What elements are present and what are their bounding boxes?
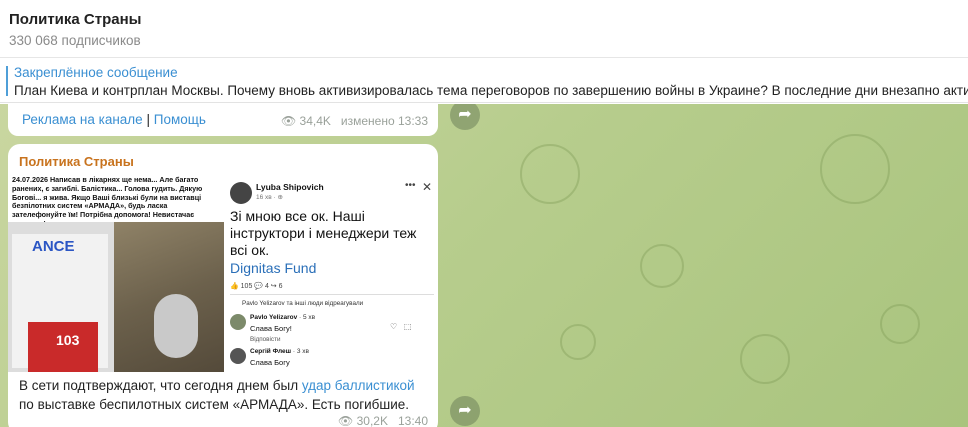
- background-doodle: [740, 334, 790, 384]
- photo-left: 24.07.2026 Написав в лікарнях ще нема...…: [8, 174, 224, 372]
- eye-icon: 👁: [280, 114, 297, 128]
- fb-reactions: 👍 105 💬 4 ↪ 6: [230, 283, 283, 290]
- fb-post-text: Зі мною все ок. Наші інструктори і менед…: [230, 208, 417, 258]
- ambulance-image: ANCE 103: [8, 222, 114, 372]
- photo-right-facebook-post: Lyuba Shipovich 16 хв · ⊕ ••• ✕ Зі мною …: [224, 174, 438, 372]
- comment-author: Pavlo Yelizarov: [250, 314, 298, 321]
- message-meta: 👁 34,4K изменено 13:33: [281, 114, 428, 128]
- pinned-accent-bar: [6, 66, 8, 96]
- fb-comment-header: Сергій Флеш · 3 хв: [250, 348, 309, 355]
- message-text: В сети подтверждают, что сегодня днем бы…: [19, 376, 429, 414]
- subscriber-count: 330 068 подписчиков: [9, 33, 141, 48]
- fb-post-time: 16 хв · ⊕: [256, 194, 283, 201]
- edited-time: изменено 13:33: [340, 114, 428, 128]
- message-author[interactable]: Политика Страны: [19, 154, 134, 169]
- fb-fund-link: Dignitas Fund: [230, 260, 317, 276]
- channel-header[interactable]: Политика Страны 330 068 подписчиков: [0, 0, 968, 58]
- message-bubble[interactable]: Политика Страны 24.07.2026 Написав в лік…: [8, 144, 438, 427]
- fb-author-name: Lyuba Shipovich: [256, 182, 324, 192]
- ambulance-label: ANCE: [32, 238, 75, 255]
- divider: [230, 294, 434, 295]
- channel-title[interactable]: Политика Страны: [9, 11, 141, 28]
- comment-action-icons: ♡ ⬚: [390, 322, 412, 331]
- message-text-part: по выставке беспилотных систем «АРМАДА».…: [19, 397, 410, 412]
- comment-text: Слава Богу: [250, 358, 290, 367]
- fb-comment-header: Pavlo Yelizarov · 5 хв: [250, 314, 315, 321]
- background-doodle: [520, 144, 580, 204]
- eye-icon: 👁: [338, 414, 354, 427]
- background-doodle: [560, 324, 596, 360]
- chat-area[interactable]: Реклама на канале | Помощь 👁 34,4K измен…: [0, 104, 968, 427]
- share-arrow-icon[interactable]: ➦: [450, 396, 480, 426]
- link-separator: |: [146, 112, 150, 127]
- message-links: Реклама на канале | Помощь: [22, 112, 206, 127]
- ballistic-link[interactable]: удар баллистикой: [302, 378, 415, 393]
- photo-caption-text: 24.07.2026 Написав в лікарнях ще нема...…: [8, 174, 224, 228]
- message-bubble[interactable]: Реклама на канале | Помощь 👁 34,4K измен…: [8, 104, 438, 136]
- ambulance-number: 103: [56, 332, 80, 348]
- pinned-text: План Киева и контрплан Москвы. Почему вн…: [14, 83, 968, 98]
- background-doodle: [880, 304, 920, 344]
- pinned-title: Закреплённое сообщение: [14, 65, 178, 80]
- avatar: [230, 348, 246, 364]
- comment-author: Сергій Флеш: [250, 348, 292, 355]
- close-icon: ✕: [422, 180, 433, 194]
- comment-time: · 3 хв: [292, 348, 309, 355]
- view-count: 34,4K: [299, 114, 331, 128]
- share-arrow-icon[interactable]: ➦: [450, 104, 480, 130]
- fb-likers: Pavlo Yelizarov та інші люди відреагувал…: [242, 300, 364, 307]
- message-text-part: В сети подтверждают, что сегодня днем бы…: [19, 378, 302, 393]
- comment-text: Слава Богу!: [250, 324, 292, 333]
- view-count: 30,2K: [356, 414, 388, 427]
- message-time: 13:40: [397, 414, 428, 427]
- message-meta: 👁 30,2K 13:40: [338, 414, 428, 427]
- background-doodle: [640, 244, 684, 288]
- help-link[interactable]: Помощь: [154, 112, 206, 127]
- pinned-message[interactable]: Закреплённое сообщение План Киева и конт…: [0, 59, 968, 103]
- more-icon: •••: [405, 180, 416, 191]
- message-photo[interactable]: 24.07.2026 Написав в лікарнях ще нема...…: [8, 174, 438, 372]
- avatar: [230, 182, 252, 204]
- comment-reply: Відповісти: [250, 336, 281, 343]
- comment-time: · 5 хв: [299, 314, 316, 321]
- avatar: [230, 314, 246, 330]
- blurred-area: [154, 294, 198, 358]
- background-doodle: [820, 134, 890, 204]
- ad-link[interactable]: Реклама на канале: [22, 112, 143, 127]
